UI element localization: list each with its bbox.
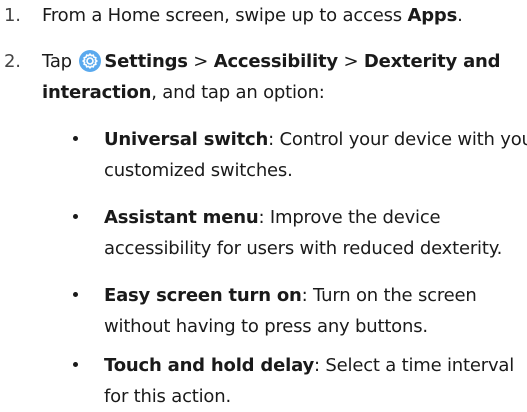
dexterity-path-item-cont: interaction [42, 82, 152, 103]
accessibility-path-item: Accessibility [213, 51, 338, 72]
option-desc: : Control your device with your [268, 129, 527, 150]
option-desc: : Select a time interval [314, 355, 515, 376]
option-term: Universal switch [104, 129, 269, 150]
path-separator: > [187, 51, 214, 72]
step-text: From a Home screen, swipe up to access A… [42, 0, 527, 31]
bullet-icon [73, 136, 78, 141]
dexterity-path-item: Dexterity and [363, 51, 501, 72]
step-1-text: From a Home screen, swipe up to access [42, 5, 408, 26]
option-desc: : Turn on the screen [301, 285, 477, 306]
option-term: Assistant menu [104, 207, 259, 228]
apps-term: Apps [407, 5, 458, 26]
tap-word: Tap [42, 51, 72, 72]
step-1-period: . [457, 5, 463, 26]
option-desc-cont: for this action. [104, 386, 231, 407]
step-number: 2. [4, 51, 21, 72]
bullet-icon [73, 214, 78, 219]
bullet-icon [73, 292, 78, 297]
option-desc-cont: accessibility for users with reduced dex… [104, 238, 503, 259]
option-term: Easy screen turn on [104, 285, 302, 306]
instruction-document: 1. From a Home screen, swipe up to acces… [0, 0, 527, 410]
option-desc: : Improve the device [258, 207, 441, 228]
bullet-icon [73, 362, 78, 367]
option-term: Touch and hold delay [104, 355, 315, 376]
option-desc-cont: without having to press any buttons. [104, 316, 428, 337]
settings-gear-icon [79, 50, 102, 72]
step-number: 1. [4, 5, 21, 26]
step-text: Tap Settings > Accessibility > Dexterity… [42, 46, 527, 108]
step-2-tail: , and tap an option: [151, 82, 325, 103]
option-desc-cont: customized switches. [104, 160, 293, 181]
settings-path-item: Settings [104, 51, 188, 72]
path-separator: > [337, 51, 364, 72]
